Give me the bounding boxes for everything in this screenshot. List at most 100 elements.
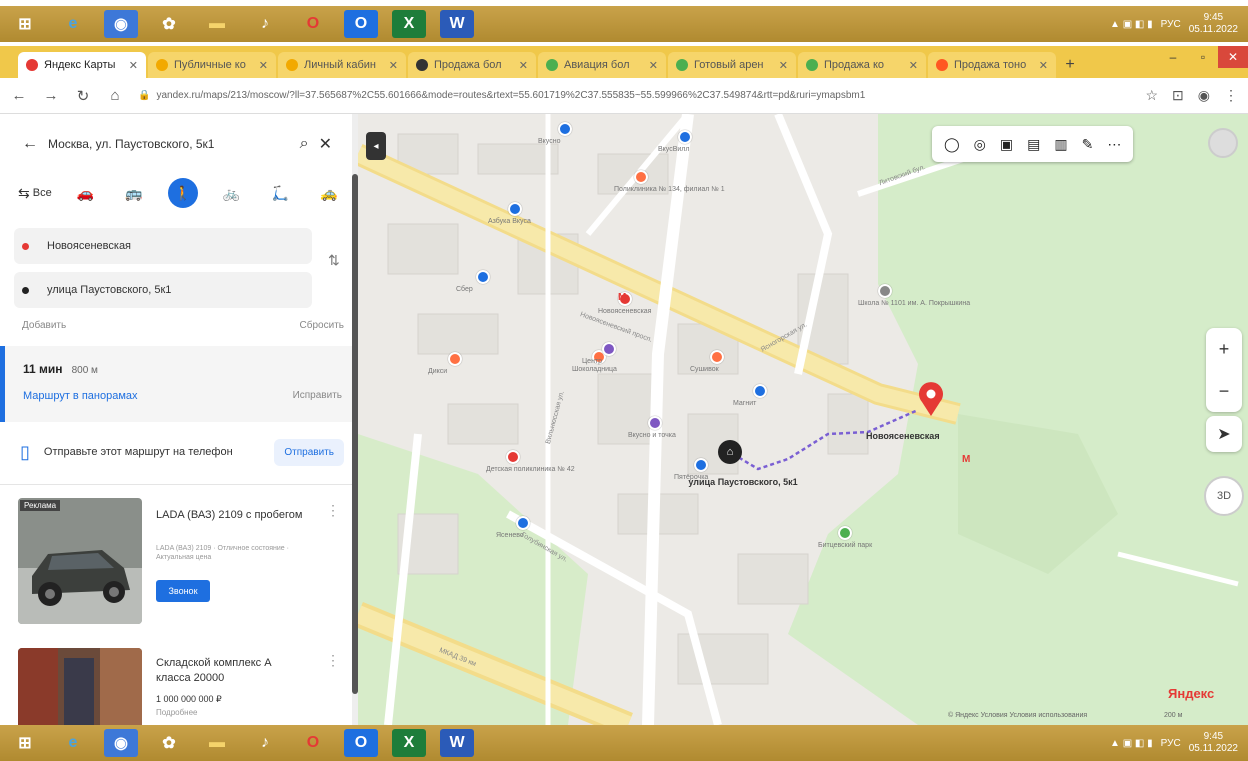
poi-marker[interactable] [516,516,530,530]
poi-marker[interactable] [634,170,648,184]
word-icon[interactable]: W [440,10,474,38]
close-icon[interactable]: ✕ [319,134,332,154]
3d-button[interactable]: 3D [1204,476,1244,516]
clock[interactable]: 9:45 05.11.2022 [1189,731,1238,755]
tray-lang[interactable]: РУС [1161,19,1181,30]
minimize-button[interactable]: ‒ [1158,46,1188,68]
explorer-icon[interactable]: ▬ [200,729,234,757]
mode-all[interactable]: ⇆ Все [18,178,52,208]
browser-tab[interactable]: Публичные ко ✕ [148,52,276,78]
browser-tab[interactable]: Личный кабин ✕ [278,52,406,78]
poi-marker[interactable] [476,270,490,284]
map-canvas[interactable]: ◂ ◯ ◎ ▣ ▤ ▥ ✎ ⋯ + − ➤ 3D Вкусно ВкусВилл П… [358,114,1248,725]
profile-icon[interactable]: ◉ [1198,87,1210,104]
opera-icon[interactable]: O [296,729,330,757]
more-options-icon[interactable]: ⋮ [326,652,340,669]
collapse-sidebar-button[interactable]: ◂ [366,132,386,160]
browser-tab[interactable]: Продажа ко ✕ [798,52,926,78]
mode-scooter[interactable]: 🛴 [265,178,295,208]
chrome-icon[interactable]: ◉ [104,10,138,38]
search-input[interactable]: Москва, ул. Паустовского, 5к1 [48,137,290,151]
tab-close-icon[interactable]: ✕ [389,59,398,72]
menu-icon[interactable]: ⋮ [1224,87,1238,104]
ad-title[interactable]: LADA (ВАЗ) 2109 с пробегом [156,508,306,523]
zoom-in-button[interactable]: + [1206,328,1242,370]
url-field[interactable]: 🔒 yandex.ru/maps/213/moscow/?ll=37.56568… [138,83,1131,109]
search-icon[interactable]: ⌕ [300,135,309,153]
layers-icon[interactable]: ▥ [1054,136,1067,153]
poi-marker[interactable] [506,450,520,464]
tab-close-icon[interactable]: ✕ [909,59,918,72]
ad-call-button[interactable]: Звонок [156,580,210,602]
reload-icon[interactable]: ↻ [74,87,92,105]
clock[interactable]: 9:45 05.11.2022 [1189,12,1238,36]
ad-more-link[interactable]: Подробнее [156,708,198,717]
edit-link[interactable]: Исправить [293,390,342,401]
excel-icon[interactable]: X [392,10,426,38]
poi-marker[interactable] [753,384,767,398]
close-window-button[interactable]: ✕ [1218,46,1248,68]
traffic-icon[interactable]: ◯ [944,136,960,153]
poi-marker[interactable] [648,416,662,430]
ad-title[interactable]: Складской комплекс А класса 20000 [156,656,306,686]
panorama-link[interactable]: Маршрут в панорамах [23,390,138,402]
ie-icon[interactable]: e [56,10,90,38]
search-box[interactable]: ← Москва, ул. Паустовского, 5к1 ⌕ ✕ [14,124,340,164]
route-point-from[interactable]: Новоясеневская [14,228,312,264]
mode-bus[interactable]: 🚌 [119,178,149,208]
poi-marker[interactable] [558,122,572,136]
swap-icon[interactable]: ⇅ [328,252,340,269]
chrome-icon[interactable]: ◉ [104,729,138,757]
media-icon[interactable]: ♪ [248,729,282,757]
settings-icon[interactable]: ✿ [152,10,186,38]
route-start-pin[interactable] [918,382,944,416]
geolocation-button[interactable]: ➤ [1206,416,1242,452]
poi-marker[interactable] [448,352,462,366]
explorer-icon[interactable]: ▬ [200,10,234,38]
back-icon[interactable]: ← [10,87,28,104]
ad-card[interactable]: Реклама LADA (ВАЗ) 2109 с пробегом LADA … [18,498,344,628]
browser-tab[interactable]: Продажа тоно ✕ [928,52,1056,78]
tray-lang[interactable]: РУС [1161,738,1181,749]
route-end-pin[interactable]: ⌂ [718,440,742,464]
media-icon[interactable]: ♪ [248,10,282,38]
more-options-icon[interactable]: ⋮ [326,502,340,519]
mode-car[interactable]: 🚗 [70,178,100,208]
home-icon[interactable]: ⌂ [106,87,124,104]
reset-link[interactable]: Сбросить [300,320,344,331]
browser-tab[interactable]: Готовый арен ✕ [668,52,796,78]
route-card[interactable]: 11 мин 800 м Маршрут в панорамах Исправи… [0,346,352,422]
mode-bicycle[interactable]: 🚲 [217,178,247,208]
user-avatar[interactable] [1208,128,1238,158]
parking-icon[interactable]: ▣ [1000,136,1013,153]
send-button[interactable]: Отправить [274,438,344,466]
browser-tab[interactable]: Продажа бол ✕ [408,52,536,78]
metro-icon[interactable]: М [618,292,626,303]
maximize-button[interactable]: ▫ [1188,46,1218,68]
route-point-to[interactable]: улица Паустовского, 5к1 [14,272,312,308]
ad-image-warehouse[interactable] [18,648,142,725]
outlook-icon[interactable]: O [344,729,378,757]
settings-icon[interactable]: ✿ [152,729,186,757]
back-arrow-icon[interactable]: ← [22,135,38,153]
poi-marker[interactable] [878,284,892,298]
copyright-text[interactable]: © Яндекс Условия Условия использования [948,712,1087,719]
browser-tab[interactable]: Яндекс Карты ✕ [18,52,146,78]
ad-card[interactable]: Складской комплекс А класса 20000 1 000 … [18,648,344,725]
poi-marker[interactable] [678,130,692,144]
poi-marker[interactable] [694,458,708,472]
panorama-icon[interactable]: ◎ [974,136,986,153]
tab-close-icon[interactable]: ✕ [519,59,528,72]
transport-icon[interactable]: ▤ [1027,136,1040,153]
extension-icon[interactable]: ⊡ [1172,87,1184,104]
tray-icons[interactable]: ▲ ▣ ◧ ▮ [1110,19,1153,30]
add-point-link[interactable]: Добавить [22,320,66,331]
mode-pedestrian[interactable]: 🚶 [167,178,198,208]
tab-close-icon[interactable]: ✕ [129,59,138,72]
tab-close-icon[interactable]: ✕ [259,59,268,72]
zoom-out-button[interactable]: − [1206,370,1242,412]
tray-icons[interactable]: ▲ ▣ ◧ ▮ [1110,738,1153,749]
poi-marker[interactable] [710,350,724,364]
excel-icon[interactable]: X [392,729,426,757]
poi-marker[interactable] [508,202,522,216]
